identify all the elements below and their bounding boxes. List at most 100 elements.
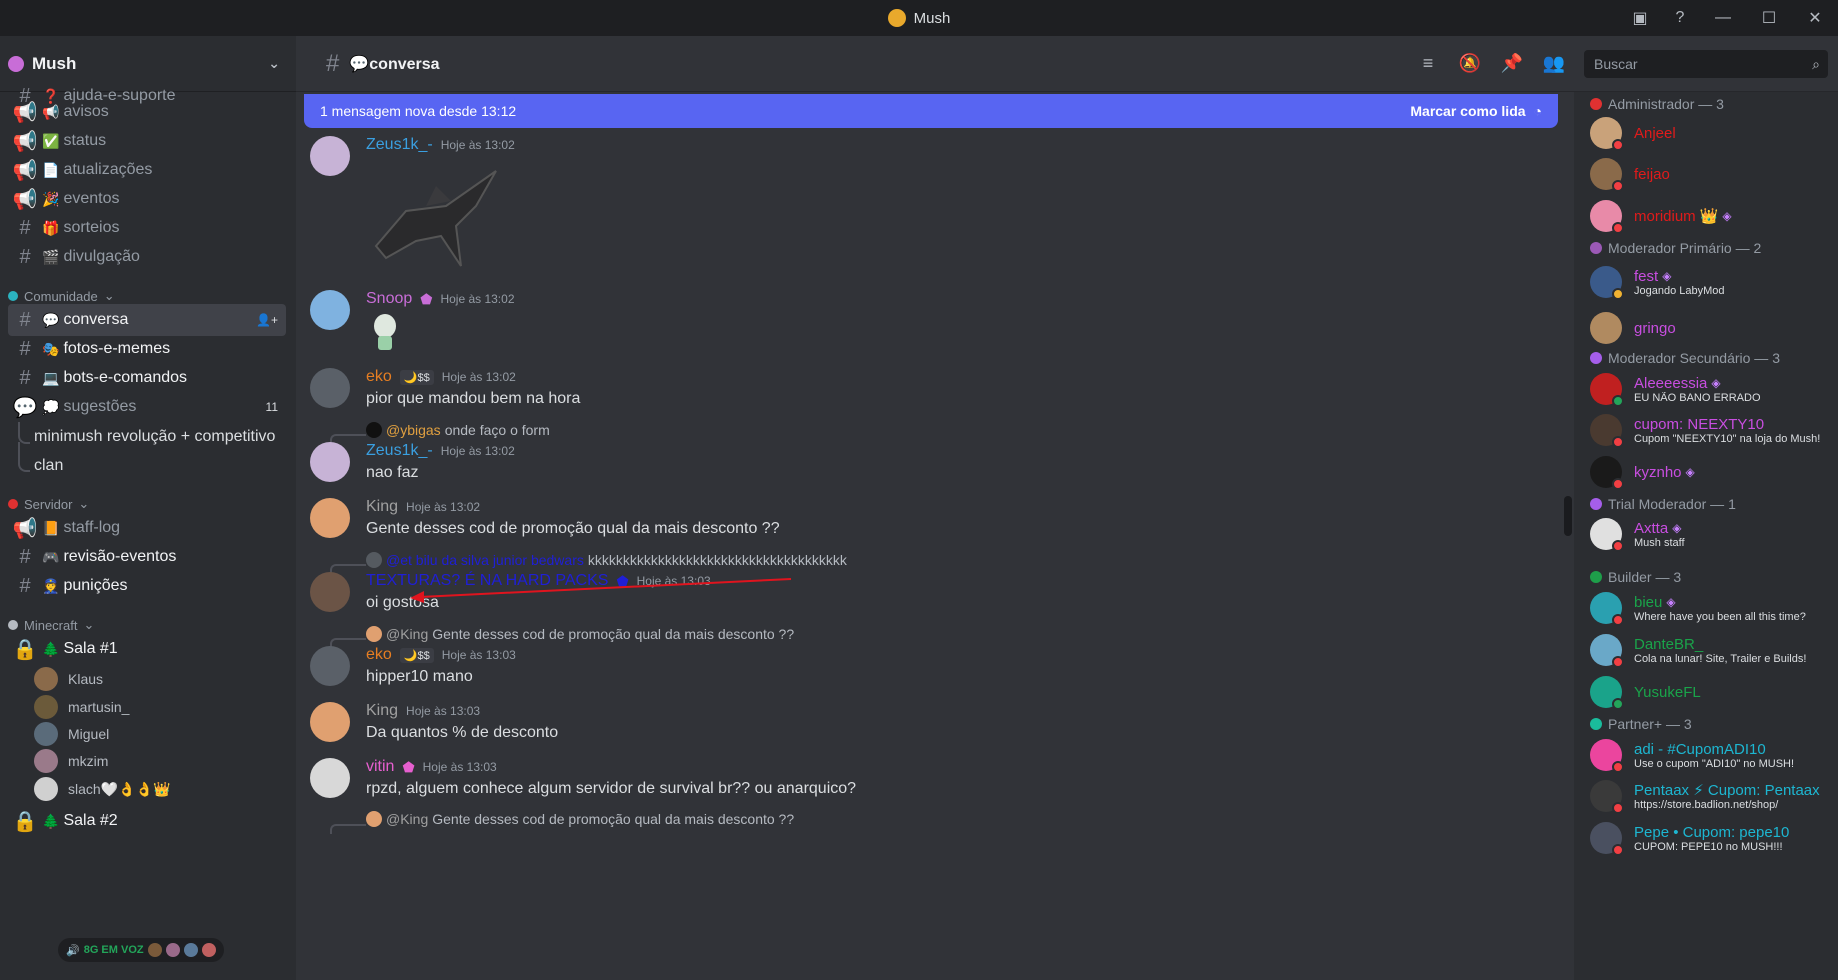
category-servidor[interactable]: Servidor ⌄ bbox=[8, 496, 89, 512]
member-item[interactable]: Anjeel bbox=[1590, 113, 1830, 153]
avatar[interactable] bbox=[310, 136, 350, 176]
member-list-icon[interactable]: 👥 bbox=[1542, 52, 1566, 76]
channel-eventos[interactable]: 📢 🎉 eventos bbox=[8, 183, 286, 215]
scrollbar[interactable] bbox=[1564, 496, 1572, 536]
timestamp: Hoje às 13:02 bbox=[440, 292, 515, 306]
inbox-icon[interactable]: ▣ bbox=[1620, 0, 1660, 36]
reply-preview[interactable]: @King Gente desses cod de promoção qual … bbox=[366, 811, 794, 827]
member-item[interactable]: Aleeeessia ◈ EU NÃO BANO ERRADO bbox=[1590, 369, 1830, 409]
help-icon[interactable]: ? bbox=[1660, 0, 1700, 36]
channel-revisao-eventos[interactable]: # 🎮 revisão-eventos bbox=[8, 541, 286, 573]
avatar[interactable] bbox=[310, 702, 350, 742]
member-item[interactable]: feijao bbox=[1590, 154, 1830, 194]
search-box[interactable]: ⌕ bbox=[1584, 50, 1828, 78]
channel-bots-e-comandos[interactable]: # 💻 bots-e-comandos bbox=[8, 362, 286, 394]
author-name[interactable]: King bbox=[366, 702, 398, 720]
member-item[interactable]: kyznho ◈ bbox=[1590, 452, 1830, 492]
member-item[interactable]: cupom: NEEXTY10 Cupom "NEEXTY10" na loja… bbox=[1590, 410, 1830, 450]
channel-divulgacao[interactable]: # 🎬 divulgação bbox=[8, 241, 286, 273]
author-name[interactable]: Snoop bbox=[366, 290, 412, 308]
reply-preview[interactable]: @et bilu da silva junior bedwars kkkkkkk… bbox=[366, 552, 847, 568]
dnd-status-icon bbox=[1612, 656, 1624, 668]
message-header: King Hoje às 13:02 bbox=[366, 498, 480, 516]
avatar[interactable] bbox=[310, 758, 350, 798]
thread-minimush[interactable]: minimush revolução + competitivo bbox=[34, 428, 275, 446]
voice-channel-sala-2[interactable]: 🔒 🌲 Sala #2 bbox=[8, 805, 286, 837]
reply-preview[interactable]: @King Gente desses cod de promoção qual … bbox=[366, 626, 794, 642]
clan-tag: 🌙$$ bbox=[399, 369, 434, 385]
channel-atualizacoes[interactable]: 📢 📄 atualizações bbox=[8, 154, 286, 186]
author-name[interactable]: Zeus1k_- bbox=[366, 136, 433, 154]
channel-sugestoes[interactable]: 💬 💭 sugestões 11 bbox=[8, 391, 286, 423]
message[interactable]: eko 🌙$$ Hoje às 13:02 pior que mandou be… bbox=[310, 368, 1550, 416]
message[interactable]: vitin ⬟ Hoje às 13:03 rpzd, alguem conhe… bbox=[310, 758, 1550, 806]
minimize-button[interactable]: — bbox=[1700, 0, 1746, 36]
reply-text: kkkkkkkkkkkkkkkkkkkkkkkkkkkkkkkkkkkkk bbox=[587, 552, 847, 568]
mark-as-read-label: Marcar como lida bbox=[1410, 103, 1526, 119]
channel-fotos-e-memes[interactable]: # 🎭 fotos-e-memes bbox=[8, 333, 286, 365]
author-name[interactable]: King bbox=[366, 498, 398, 516]
member-status: Cola na lunar! Site, Trailer e Builds! bbox=[1634, 652, 1807, 665]
channel-status[interactable]: 📢 ✅ status bbox=[8, 125, 286, 157]
close-button[interactable]: ✕ bbox=[1792, 0, 1838, 36]
author-name[interactable]: Zeus1k_- bbox=[366, 442, 433, 460]
message[interactable]: Snoop ⬟ Hoje às 13:02 bbox=[310, 290, 1550, 350]
avatar[interactable] bbox=[310, 498, 350, 538]
author-name[interactable]: eko bbox=[366, 646, 392, 664]
member-item[interactable]: gringo bbox=[1590, 308, 1830, 348]
channel-sorteios[interactable]: # 🎁 sorteios bbox=[8, 212, 286, 244]
avatar[interactable] bbox=[310, 646, 350, 686]
avatar[interactable] bbox=[310, 290, 350, 330]
message-header: Zeus1k_- Hoje às 13:02 bbox=[366, 442, 515, 460]
message[interactable]: eko 🌙$$ Hoje às 13:03 hipper10 mano bbox=[310, 646, 1550, 694]
member-item[interactable]: bieu ◈ Where have you been all this time? bbox=[1590, 588, 1830, 628]
channel-staff-log[interactable]: 📢 📙 staff-log bbox=[8, 512, 286, 544]
avatar[interactable] bbox=[310, 442, 350, 482]
channel-conversa[interactable]: # 💬 conversa 👤+ bbox=[8, 304, 286, 336]
voice-user[interactable]: slach🤍👌👌👑 bbox=[34, 777, 170, 801]
author-name[interactable]: eko bbox=[366, 368, 392, 386]
member-item[interactable]: YusukeFL bbox=[1590, 672, 1830, 712]
category-comunidade[interactable]: Comunidade ⌄ bbox=[8, 288, 115, 304]
avatar bbox=[34, 749, 58, 773]
channel-avisos[interactable]: 📢 📢 avisos bbox=[8, 96, 286, 128]
megaphone-icon: 📢 bbox=[12, 517, 38, 540]
reply-preview[interactable]: @ybigas onde faço o form bbox=[366, 422, 550, 438]
member-item[interactable]: Pentaax ⚡ Cupom: Pentaax https://store.b… bbox=[1590, 776, 1830, 816]
voice-user[interactable]: Miguel bbox=[34, 722, 109, 746]
member-item[interactable]: DanteBR_ Cola na lunar! Site, Trailer e … bbox=[1590, 630, 1830, 670]
member-item[interactable]: moridium 👑 ◈ bbox=[1590, 196, 1830, 236]
channel-punicoes[interactable]: # 👮 punições bbox=[8, 570, 286, 602]
member-item[interactable]: adi - #CupomADI10 Use o cupom "ADI10" no… bbox=[1590, 735, 1830, 775]
maximize-button[interactable]: ☐ bbox=[1746, 0, 1792, 36]
role-icon bbox=[1590, 498, 1602, 510]
search-input[interactable] bbox=[1592, 55, 1792, 73]
thread-clan[interactable]: clan bbox=[34, 457, 63, 475]
message[interactable]: King Hoje às 13:02 Gente desses cod de p… bbox=[310, 498, 1550, 546]
member-item[interactable]: Axtta ◈ Mush staff bbox=[1590, 514, 1830, 554]
message[interactable]: Zeus1k_- Hoje às 13:02 bbox=[310, 136, 1550, 286]
mark-as-read-button[interactable]: Marcar como lida ◔ bbox=[1410, 103, 1542, 119]
avatar bbox=[34, 695, 58, 719]
author-name[interactable]: vitin bbox=[366, 758, 394, 776]
message[interactable]: Zeus1k_- Hoje às 13:02 nao faz bbox=[310, 442, 1550, 490]
add-member-icon[interactable]: 👤+ bbox=[256, 313, 278, 327]
new-messages-bar[interactable]: 1 mensagem nova desde 13:12 Marcar como … bbox=[304, 94, 1558, 128]
voice-activity-pill[interactable]: 🔊 8G EM VOZ bbox=[58, 938, 224, 962]
member-item[interactable]: fest ◈ Jogando LabyMod bbox=[1590, 262, 1830, 302]
avatar[interactable] bbox=[310, 368, 350, 408]
voice-user[interactable]: mkzim bbox=[34, 749, 108, 773]
role-title: Moderador Secundário — 3 bbox=[1608, 350, 1780, 366]
channel-name: status bbox=[63, 132, 107, 149]
voice-user[interactable]: Klaus bbox=[34, 667, 103, 691]
chevron-down-icon: ⌄ bbox=[83, 617, 95, 632]
avatar[interactable] bbox=[310, 572, 350, 612]
category-minecraft[interactable]: Minecraft ⌄ bbox=[8, 617, 94, 633]
message[interactable]: King Hoje às 13:03 Da quantos % de desco… bbox=[310, 702, 1550, 750]
voice-channel-sala-1[interactable]: 🔒 🌲 Sala #1 bbox=[8, 633, 286, 665]
threads-icon[interactable]: ≡ bbox=[1416, 52, 1440, 76]
voice-user[interactable]: martusin_ bbox=[34, 695, 129, 719]
pin-icon[interactable]: 📌 bbox=[1500, 52, 1524, 76]
member-item[interactable]: Pepe • Cupom: pepe10 CUPOM: PEPE10 no MU… bbox=[1590, 818, 1830, 858]
notification-bell-icon[interactable]: 🔕 bbox=[1458, 52, 1482, 76]
